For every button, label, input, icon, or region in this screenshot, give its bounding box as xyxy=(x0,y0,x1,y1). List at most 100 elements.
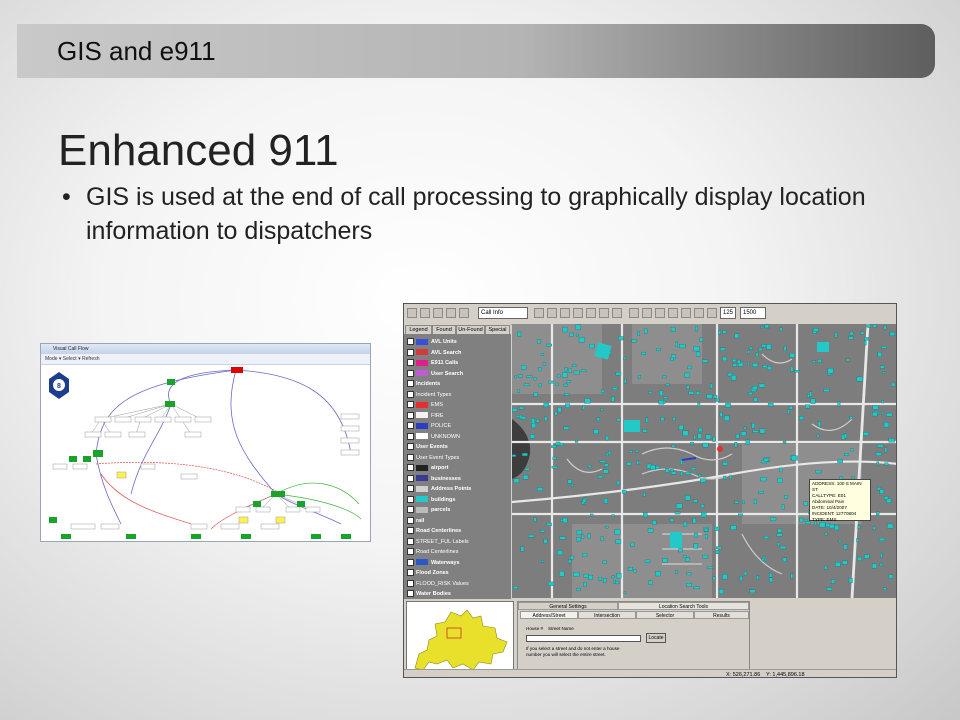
legend-item: parcels xyxy=(407,505,450,515)
legend-checkbox-icon xyxy=(407,485,414,493)
legend-symbol-icon xyxy=(416,464,428,471)
bottom-panel: General Settings Location Search Tools A… xyxy=(404,599,896,675)
legend-item: User Events xyxy=(407,442,448,452)
zoom-select: 125 xyxy=(720,307,736,319)
legend-item-label: User Events xyxy=(416,444,448,450)
legend-checkbox-icon xyxy=(407,579,414,587)
legend-tabs: Legend Found Un-Found Special xyxy=(404,324,511,334)
tool-icon xyxy=(668,308,678,318)
legend-item: Road Centerlines xyxy=(407,547,459,557)
legend-checkbox-icon xyxy=(407,401,414,409)
legend-symbol-icon xyxy=(416,422,428,429)
tool-icon xyxy=(534,308,544,318)
legend-checkbox-icon xyxy=(407,474,414,482)
locate-button: Locate xyxy=(646,633,666,643)
legend-item: E911 Calls xyxy=(407,358,458,368)
legend-checkbox-icon xyxy=(407,432,414,440)
legend-checkbox-icon xyxy=(407,453,414,461)
legend-item-label: POLICE xyxy=(431,423,452,429)
tool-icon xyxy=(642,308,652,318)
tab-found: Found xyxy=(432,325,456,334)
legend-item-label: UNKNOWN xyxy=(431,433,461,440)
tool-icon xyxy=(707,308,717,318)
map-view: ADDRESS: 100 S MAIN ST CALLTYPE: E01 Abd… xyxy=(512,324,896,598)
legend-item: User Search xyxy=(407,369,463,379)
legend-item-label: Road Centerlines xyxy=(416,549,459,555)
legend-item: STREET_FUL Labels xyxy=(407,537,469,547)
legend-item-label: Incidents xyxy=(416,381,441,387)
tool-icon xyxy=(681,308,691,318)
legend-symbol-icon xyxy=(416,370,428,377)
legend-item-label: Incident Types xyxy=(416,391,452,398)
tool-icon xyxy=(694,308,704,318)
coords-y: Y: 1,445,896.18 xyxy=(766,672,805,678)
legend-checkbox-icon xyxy=(407,537,414,545)
legend-item: FIRE xyxy=(407,411,444,421)
subtab-intersection: Intersection xyxy=(578,611,636,619)
legend-item: Address Points xyxy=(407,484,471,494)
legend-item-label: AVL Search xyxy=(431,349,462,356)
legend-item: businesses xyxy=(407,474,461,484)
legend-checkbox-icon xyxy=(407,443,414,451)
legend-item: rail xyxy=(407,516,424,526)
legend-item-label: Road Centerlines xyxy=(416,528,462,534)
overview-map-shape xyxy=(414,609,508,671)
tool-icon xyxy=(560,308,570,318)
legend-item-label: buildings xyxy=(431,496,456,503)
legend-symbol-icon xyxy=(416,506,428,513)
legend-item-label: FIRE xyxy=(431,412,444,419)
legend-item: UNKNOWN xyxy=(407,432,460,442)
legend-checkbox-icon xyxy=(407,348,414,356)
legend-checkbox-icon xyxy=(407,464,414,472)
header-title: GIS and e911 xyxy=(57,36,216,66)
legend-symbol-icon xyxy=(416,475,428,482)
legend-item: EMS xyxy=(407,400,443,410)
legend-item-label: Waterways xyxy=(431,559,460,566)
tool-icon xyxy=(573,308,583,318)
street-name-label: Street Name xyxy=(548,626,574,631)
tooltip-address: ADDRESS: 100 S MAIN ST xyxy=(812,481,862,492)
tool-icon xyxy=(612,308,622,318)
legend-checkbox-icon xyxy=(407,411,414,419)
status-bar: X: 526,271.86 Y: 1,445,896.18 xyxy=(404,669,896,678)
subtab-results: Results xyxy=(694,611,749,619)
gis-screenshot: Call Info 125 1500 Legend Found Un-Found… xyxy=(403,303,897,678)
legend-symbol-icon xyxy=(416,401,428,408)
legend-symbol-icon xyxy=(416,485,428,492)
legend-symbol-icon xyxy=(416,349,428,356)
legend-item: AVL Search xyxy=(407,348,461,358)
coords-x: X: 526,271.86 xyxy=(726,672,761,678)
legend-item: Waterways xyxy=(407,558,460,568)
root-node xyxy=(231,367,243,373)
legend-checkbox-icon xyxy=(407,390,414,398)
legend-item-label: E911 Calls xyxy=(431,360,459,366)
tab-unfound: Un-Found xyxy=(456,325,485,334)
legend-checkbox-icon xyxy=(407,569,414,577)
tool-icon xyxy=(586,308,596,318)
tool-icon xyxy=(599,308,609,318)
legend-item: airport xyxy=(407,463,448,473)
legend-item-label: Flood Zones xyxy=(416,570,449,576)
legend-symbol-icon xyxy=(416,559,428,566)
legend-item: User Event Types xyxy=(407,453,459,463)
legend-item-label: businesses xyxy=(431,475,461,482)
legend-checkbox-icon xyxy=(407,369,414,377)
legend-symbol-icon xyxy=(416,412,428,419)
legend-item: AVL Units xyxy=(407,337,457,347)
tool-icon xyxy=(433,308,443,318)
tool-icon xyxy=(655,308,665,318)
legend-item: Road Centerlines xyxy=(407,526,461,536)
tab-location-search-tools: Location Search Tools xyxy=(618,602,749,610)
flow-logo-icon: 8 xyxy=(49,372,69,399)
tool-icon xyxy=(629,308,639,318)
legend-checkbox-icon xyxy=(407,380,414,388)
tooltip-type: TYPE: EMS xyxy=(812,517,837,522)
legend-item-label: parcels xyxy=(431,507,451,513)
legend-item: Flood Zones xyxy=(407,568,449,578)
tab-special: Special xyxy=(485,325,510,334)
house-number-label: House # xyxy=(526,626,544,631)
tab-general-settings: General Settings xyxy=(518,602,618,610)
legend-item-label: rail xyxy=(416,517,425,524)
svg-text:8: 8 xyxy=(57,383,61,390)
tool-icon xyxy=(459,308,469,318)
